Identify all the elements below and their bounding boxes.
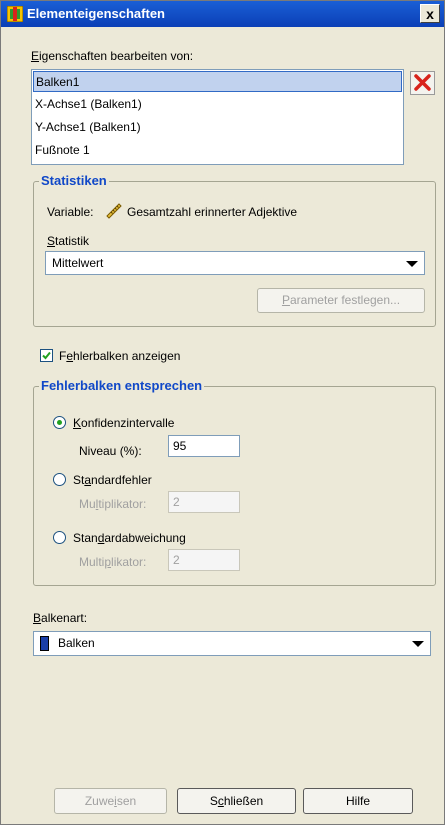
checkmark-icon: [42, 351, 51, 360]
statistics-group-title: Statistiken: [39, 173, 109, 188]
chevron-down-icon: [406, 261, 418, 267]
title-bar[interactable]: Elementeigenschaften x: [1, 1, 444, 27]
statistic-label: Statistik: [47, 234, 90, 248]
confidence-intervals-radio[interactable]: [53, 416, 66, 429]
show-errorbars-checkbox[interactable]: [40, 349, 53, 362]
set-parameters-button[interactable]: Parameter festlegen...: [257, 288, 425, 313]
level-label: Niveau (%):: [79, 444, 142, 458]
variable-value: Gesamtzahl erinnerter Adjektive: [127, 205, 298, 219]
sd-multiplier-input[interactable]: 2: [168, 549, 240, 571]
list-item-x-axis[interactable]: X-Achse1 (Balken1): [33, 94, 402, 115]
ruler-icon: [106, 203, 122, 219]
standard-error-label: Standardfehler: [73, 473, 152, 487]
close-window-button[interactable]: x: [420, 4, 440, 23]
errorbars-group-title: Fehlerbalken entsprechen: [39, 378, 205, 393]
list-item-balken1[interactable]: Balken1: [33, 71, 402, 92]
show-errorbars-label: Fehlerbalken anzeigen: [59, 349, 181, 363]
level-input[interactable]: 95: [168, 435, 240, 457]
confidence-intervals-label: Konfidenzintervalle: [73, 416, 175, 430]
edit-properties-label: Eigenschaften bearbeiten von:: [31, 49, 194, 63]
standard-deviation-label: Standardabweichung: [73, 531, 186, 545]
close-button[interactable]: Schließen: [177, 788, 296, 814]
list-item-footnote[interactable]: Fußnote 1: [33, 140, 402, 161]
window-title: Elementeigenschaften: [27, 6, 165, 21]
statistic-select-value: Mittelwert: [52, 256, 104, 270]
chevron-down-icon: [412, 641, 424, 647]
app-icon: [7, 6, 23, 22]
delete-element-button[interactable]: [410, 71, 435, 95]
radio-selected-dot: [57, 420, 62, 425]
bar-swatch-icon: [40, 636, 49, 651]
standard-error-radio[interactable]: [53, 473, 66, 486]
standard-deviation-radio[interactable]: [53, 531, 66, 544]
sd-multiplier-label: Multiplikator:: [79, 555, 147, 569]
element-list[interactable]: Balken1 X-Achse1 (Balken1) Y-Achse1 (Bal…: [31, 69, 404, 165]
element-properties-dialog: Elementeigenschaften x Eigenschaften bea…: [0, 0, 445, 825]
bar-style-select[interactable]: Balken: [33, 631, 431, 656]
variable-label: Variable:: [47, 205, 94, 219]
statistic-select[interactable]: Mittelwert: [45, 251, 425, 275]
bar-style-label: Balkenart:: [33, 611, 88, 625]
bar-style-value: Balken: [58, 636, 95, 650]
help-button[interactable]: Hilfe: [303, 788, 413, 814]
se-multiplier-input[interactable]: 2: [168, 491, 240, 513]
list-item-y-axis[interactable]: Y-Achse1 (Balken1): [33, 117, 402, 138]
delete-x-icon: [414, 74, 431, 91]
apply-button[interactable]: Zuweisen: [54, 788, 167, 814]
se-multiplier-label: Multiplikator:: [79, 497, 147, 511]
